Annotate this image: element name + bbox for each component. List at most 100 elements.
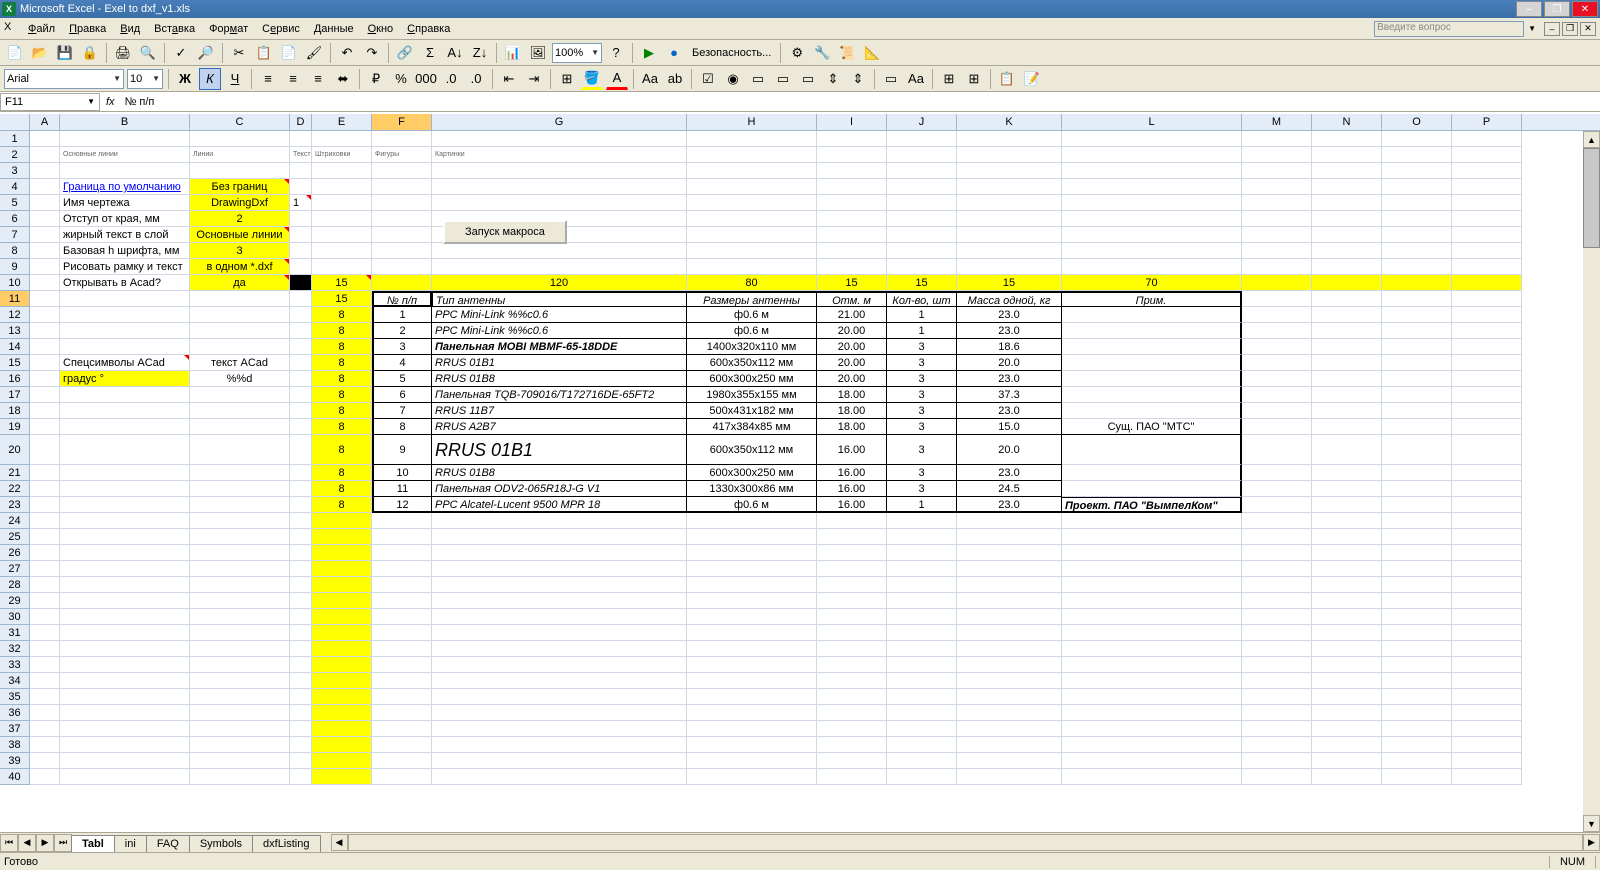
tab-prev-icon[interactable]: ◀: [18, 834, 36, 852]
cell-K40[interactable]: [957, 769, 1062, 785]
cell-I9[interactable]: [817, 259, 887, 275]
cell-P1[interactable]: [1452, 131, 1522, 147]
cell-G22[interactable]: Панельная ODV2-065R18J-G V1: [432, 481, 687, 497]
cell-P34[interactable]: [1452, 673, 1522, 689]
button-ctrl-icon[interactable]: ▭: [880, 68, 902, 90]
cell-A32[interactable]: [30, 641, 60, 657]
sort-desc-icon[interactable]: Z↓: [469, 42, 491, 64]
more-icon[interactable]: ⊞: [963, 68, 985, 90]
drawing-icon[interactable]: 🖼: [527, 42, 549, 64]
cell-K15[interactable]: 20.0: [957, 355, 1062, 371]
cell-B6[interactable]: Отступ от края, мм: [60, 211, 190, 227]
cell-M2[interactable]: [1242, 147, 1312, 163]
cell-O35[interactable]: [1382, 689, 1452, 705]
cell-M12[interactable]: [1242, 307, 1312, 323]
cell-E28[interactable]: [312, 577, 372, 593]
cell-P32[interactable]: [1452, 641, 1522, 657]
cell-M1[interactable]: [1242, 131, 1312, 147]
cell-J8[interactable]: [887, 243, 957, 259]
cell-K16[interactable]: 23.0: [957, 371, 1062, 387]
cell-P3[interactable]: [1452, 163, 1522, 179]
row-header[interactable]: 12: [0, 307, 30, 323]
row-header[interactable]: 13: [0, 323, 30, 339]
cell-C40[interactable]: [190, 769, 290, 785]
cell-P28[interactable]: [1452, 577, 1522, 593]
cell-H3[interactable]: [687, 163, 817, 179]
zoom-combo[interactable]: 100%▼: [552, 43, 602, 63]
cell-A29[interactable]: [30, 593, 60, 609]
cell-L5[interactable]: [1062, 195, 1242, 211]
sheet-tab-symbols[interactable]: Symbols: [189, 835, 253, 852]
cell-L22[interactable]: [1062, 481, 1242, 497]
cell-B11[interactable]: [60, 291, 190, 307]
cell-L29[interactable]: [1062, 593, 1242, 609]
cell-K30[interactable]: [957, 609, 1062, 625]
row-header[interactable]: 40: [0, 769, 30, 785]
cell-M8[interactable]: [1242, 243, 1312, 259]
cell-P20[interactable]: [1452, 435, 1522, 465]
row-header[interactable]: 26: [0, 545, 30, 561]
cell-J3[interactable]: [887, 163, 957, 179]
cell-L33[interactable]: [1062, 657, 1242, 673]
cell-D7[interactable]: [290, 227, 312, 243]
cell-B18[interactable]: [60, 403, 190, 419]
cell-J9[interactable]: [887, 259, 957, 275]
cell-K31[interactable]: [957, 625, 1062, 641]
cell-C16[interactable]: %%d: [190, 371, 290, 387]
cell-H39[interactable]: [687, 753, 817, 769]
spreadsheet-grid[interactable]: A B C D E F G H I J K L M N O P 12Основн…: [0, 114, 1600, 832]
cell-C14[interactable]: [190, 339, 290, 355]
cell-J2[interactable]: [887, 147, 957, 163]
cell-E18[interactable]: 8: [312, 403, 372, 419]
cell-N20[interactable]: [1312, 435, 1382, 465]
cell-K27[interactable]: [957, 561, 1062, 577]
cell-A27[interactable]: [30, 561, 60, 577]
cell-E20[interactable]: 8: [312, 435, 372, 465]
cell-G34[interactable]: [432, 673, 687, 689]
menu-window[interactable]: Окно: [362, 21, 400, 37]
cell-I32[interactable]: [817, 641, 887, 657]
cell-L11[interactable]: Прим.: [1062, 291, 1242, 307]
cell-D6[interactable]: [290, 211, 312, 227]
cell-A2[interactable]: [30, 147, 60, 163]
cell-E33[interactable]: [312, 657, 372, 673]
cell-A22[interactable]: [30, 481, 60, 497]
cell-H36[interactable]: [687, 705, 817, 721]
cell-M4[interactable]: [1242, 179, 1312, 195]
cell-O4[interactable]: [1382, 179, 1452, 195]
row-header[interactable]: 4: [0, 179, 30, 195]
cell-L20[interactable]: [1062, 435, 1242, 465]
row-header[interactable]: 36: [0, 705, 30, 721]
cell-D19[interactable]: [290, 419, 312, 435]
row-header[interactable]: 16: [0, 371, 30, 387]
cell-B40[interactable]: [60, 769, 190, 785]
cell-J17[interactable]: 3: [887, 387, 957, 403]
col-header[interactable]: O: [1382, 114, 1452, 130]
row-header[interactable]: 11: [0, 291, 30, 307]
cell-G13[interactable]: PPC Mini-Link %%c0.6: [432, 323, 687, 339]
cell-L1[interactable]: [1062, 131, 1242, 147]
sheet-tab-ini[interactable]: ini: [114, 835, 147, 852]
cell-F14[interactable]: 3: [372, 339, 432, 355]
cell-F29[interactable]: [372, 593, 432, 609]
cell-I13[interactable]: 20.00: [817, 323, 887, 339]
menu-tools[interactable]: Сервис: [256, 21, 306, 37]
cell-N35[interactable]: [1312, 689, 1382, 705]
cell-G18[interactable]: RRUS 11B7: [432, 403, 687, 419]
hscroll-track[interactable]: [348, 834, 1584, 851]
col-header[interactable]: D: [290, 114, 312, 130]
cell-I10[interactable]: 15: [817, 275, 887, 291]
cell-G8[interactable]: [432, 243, 687, 259]
cell-I40[interactable]: [817, 769, 887, 785]
align-center-icon[interactable]: ≡: [282, 68, 304, 90]
cell-D2[interactable]: Текст: [290, 147, 312, 163]
cell-K1[interactable]: [957, 131, 1062, 147]
col-header[interactable]: J: [887, 114, 957, 130]
cell-F25[interactable]: [372, 529, 432, 545]
scroll-icon[interactable]: ⇕: [847, 68, 869, 90]
cell-F20[interactable]: 9: [372, 435, 432, 465]
row-header[interactable]: 17: [0, 387, 30, 403]
cell-H37[interactable]: [687, 721, 817, 737]
cell-K10[interactable]: 15: [957, 275, 1062, 291]
cell-O40[interactable]: [1382, 769, 1452, 785]
